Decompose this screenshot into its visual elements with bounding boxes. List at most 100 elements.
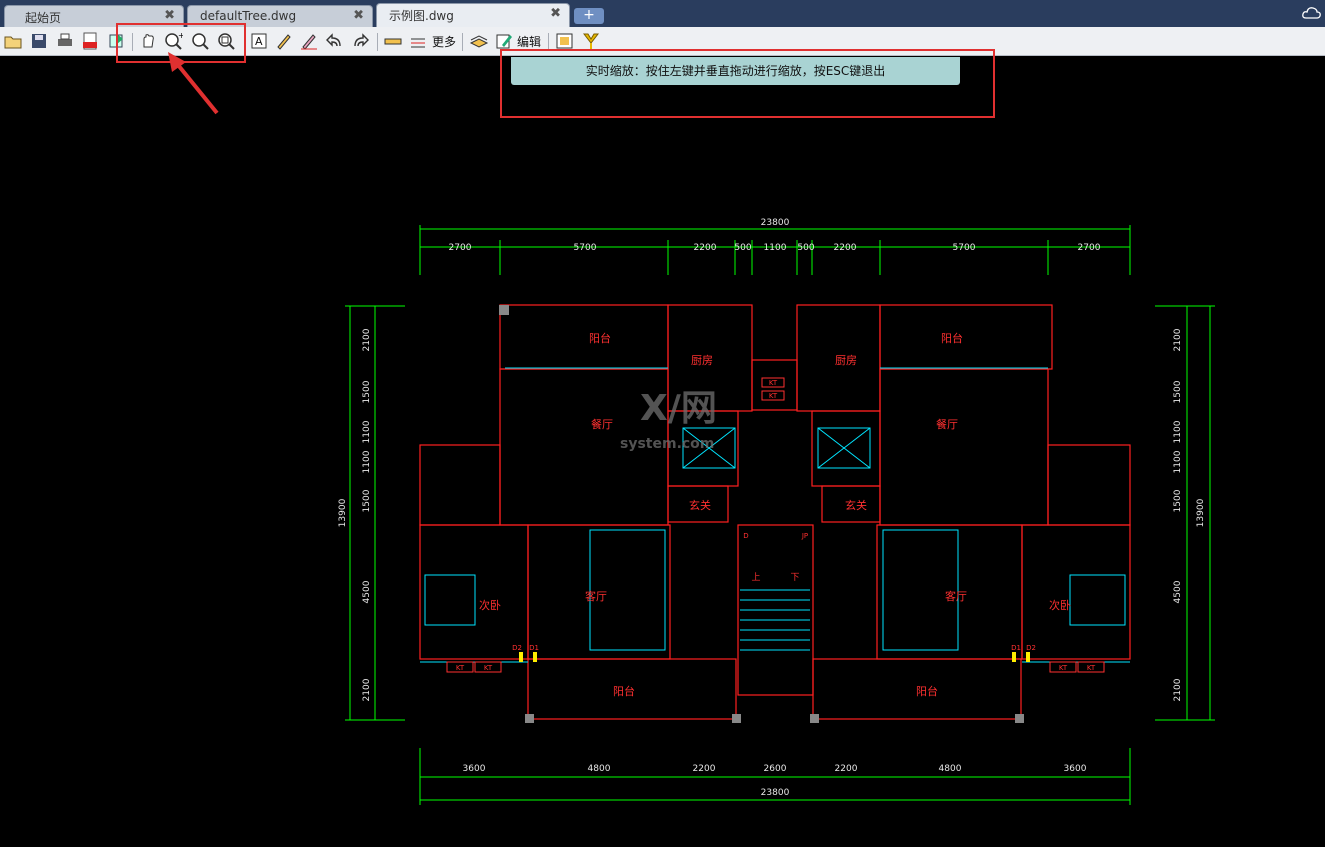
dim-top: 2700 <box>1078 243 1101 253</box>
close-icon[interactable]: ✖ <box>164 8 175 23</box>
room-label: 阳台 <box>941 331 963 345</box>
undo-icon[interactable] <box>325 31 345 51</box>
dim-top: 2700 <box>449 243 472 253</box>
pdf-export-icon[interactable] <box>81 31 101 51</box>
dim-right: 2100 <box>1173 328 1183 351</box>
dimension-text-right: 13900 2100 1500 1100 1100 1500 4500 2100 <box>1173 328 1206 701</box>
dim-bottom: 2200 <box>693 764 716 774</box>
room-label: 玄关 <box>845 498 867 512</box>
eraser-icon[interactable] <box>299 31 319 51</box>
toolbar-separator <box>377 33 378 51</box>
kt-tag: KT <box>769 392 778 400</box>
print-icon[interactable] <box>55 31 75 51</box>
kt-tag: KT <box>769 379 778 387</box>
cloud-icon[interactable] <box>1302 6 1322 20</box>
dim-top: 500 <box>797 243 814 253</box>
door-tag: D1 <box>1011 644 1021 652</box>
watermark-text: X/网 <box>640 388 717 429</box>
door-tag: JP <box>801 532 808 540</box>
room-label: 玄关 <box>689 498 711 512</box>
screenshot-icon[interactable] <box>555 31 575 51</box>
dimension-text-bottom: 23800 3600 4800 2200 2600 2200 4800 3600 <box>463 764 1087 798</box>
dim-bottom: 3600 <box>463 764 486 774</box>
more-label[interactable]: 更多 <box>432 33 456 50</box>
annotation-arrow <box>168 52 219 115</box>
kt-tag: KT <box>1087 664 1096 672</box>
dim-right: 1100 <box>1173 420 1183 443</box>
dim-top: 5700 <box>953 243 976 253</box>
door-tag: D1 <box>529 644 539 652</box>
room-label: 厨房 <box>835 354 857 367</box>
door-markers <box>519 652 1030 662</box>
watermark-sub: system.com <box>620 436 714 452</box>
stair-label: 上 <box>751 572 760 583</box>
svg-text:A: A <box>255 35 263 48</box>
dim-bottom: 2600 <box>764 764 787 774</box>
dim-top: 2200 <box>694 243 717 253</box>
open-folder-icon[interactable] <box>3 31 23 51</box>
room-label: 餐厅 <box>591 417 613 431</box>
tab-label: 示例图.dwg <box>389 9 454 23</box>
measure-icon[interactable] <box>383 31 403 51</box>
tab-label: 起始页 <box>25 11 62 25</box>
dim-right: 2100 <box>1173 678 1183 701</box>
room-label: 次卧 <box>479 598 501 612</box>
tab-example-dwg[interactable]: 示例图.dwg ✖ <box>376 3 570 27</box>
add-tab-button[interactable]: + <box>574 8 604 24</box>
dim-right: 1500 <box>1173 489 1183 512</box>
room-label: 阳台 <box>613 684 635 698</box>
door-tag: D2 <box>512 644 522 652</box>
more-icon[interactable] <box>409 31 429 51</box>
close-icon[interactable]: ✖ <box>550 6 561 21</box>
room-label: 阳台 <box>916 684 938 698</box>
dim-right: 1500 <box>1173 380 1183 403</box>
dim-top: 500 <box>734 243 751 253</box>
dim-total-right: 13900 <box>1196 498 1206 527</box>
stair-label: 下 <box>790 573 799 583</box>
dimension-lines <box>345 225 1215 805</box>
dim-right: 1100 <box>1173 450 1183 473</box>
kt-tag: KT <box>1059 664 1068 672</box>
cad-canvas[interactable]: 23800 2700 5700 2200 500 1100 500 2200 5… <box>0 56 1325 847</box>
edit-icon[interactable] <box>494 31 514 51</box>
tab-label: defaultTree.dwg <box>200 9 297 23</box>
dim-total-bottom: 23800 <box>761 788 790 798</box>
text-tool-icon[interactable]: A <box>249 31 269 51</box>
door-tag: D <box>743 532 748 540</box>
dim-top: 1100 <box>764 243 787 253</box>
dim-left: 1100 <box>362 450 372 473</box>
save-icon[interactable] <box>29 31 49 51</box>
room-label: 厨房 <box>691 354 713 367</box>
dim-top: 5700 <box>574 243 597 253</box>
dim-right: 4500 <box>1173 580 1183 603</box>
dim-left: 1100 <box>362 420 372 443</box>
dimension-text-top: 23800 2700 5700 2200 500 1100 500 2200 5… <box>449 218 1101 253</box>
layers-icon[interactable] <box>469 31 489 51</box>
watermark: X/网 system.com <box>620 388 717 452</box>
annotation-highlight-hint <box>500 49 995 118</box>
plugin-icon[interactable] <box>581 31 601 51</box>
room-label: 次卧 <box>1049 598 1071 612</box>
kt-tag: KT <box>484 664 493 672</box>
edit-label[interactable]: 编辑 <box>517 33 541 50</box>
redo-icon[interactable] <box>350 31 370 51</box>
dim-left: 1500 <box>362 489 372 512</box>
dim-left: 2100 <box>362 328 372 351</box>
dim-left: 1500 <box>362 380 372 403</box>
toolbar-separator <box>462 33 463 51</box>
door-tag: D2 <box>1026 644 1036 652</box>
dim-total-left: 13900 <box>338 498 348 527</box>
dim-top: 2200 <box>834 243 857 253</box>
pencil-icon[interactable] <box>274 31 294 51</box>
dim-bottom: 3600 <box>1064 764 1087 774</box>
floor-plan-walls <box>419 304 1131 720</box>
close-icon[interactable]: ✖ <box>353 8 364 23</box>
floor-plan-fixtures <box>420 367 1130 663</box>
kt-tag: KT <box>456 664 465 672</box>
dim-bottom: 2200 <box>835 764 858 774</box>
dim-total-top: 23800 <box>761 218 790 228</box>
dim-bottom: 4800 <box>939 764 962 774</box>
room-label: 客厅 <box>585 589 607 603</box>
room-label: 餐厅 <box>936 417 958 431</box>
dim-left: 2100 <box>362 678 372 701</box>
